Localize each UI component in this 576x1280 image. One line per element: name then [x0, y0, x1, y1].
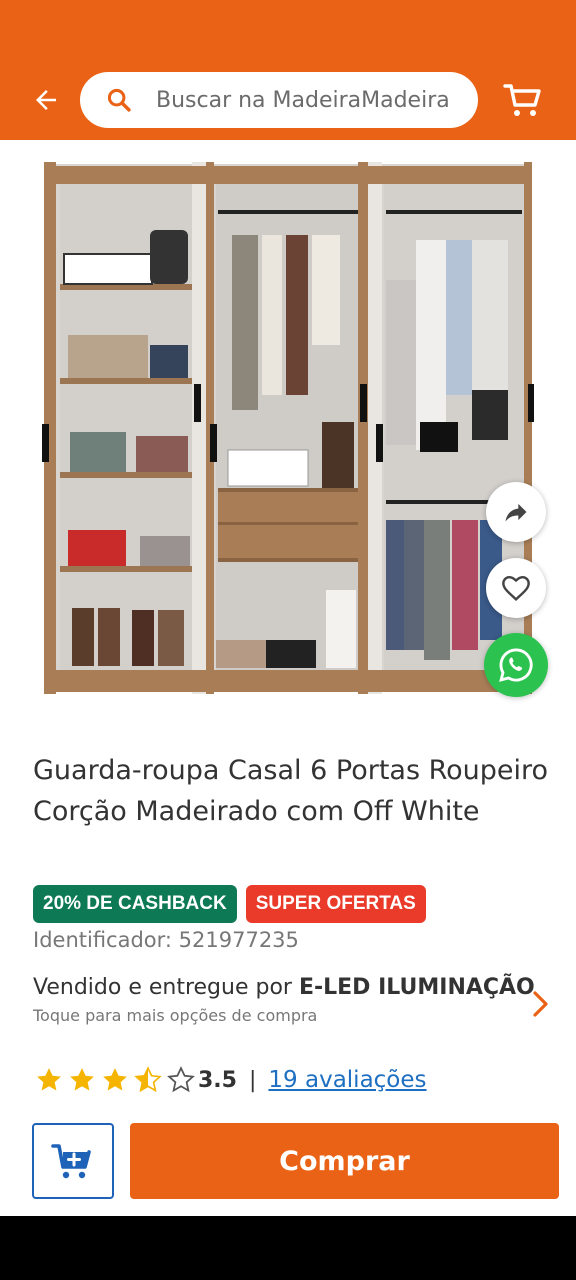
search-bar[interactable]	[80, 72, 478, 128]
star-empty-icon	[167, 1066, 195, 1093]
whatsapp-button[interactable]	[484, 633, 548, 697]
buy-button[interactable]: Comprar	[130, 1123, 559, 1199]
rating-row: 3.5 | 19 avaliações	[34, 1064, 427, 1096]
back-button[interactable]	[24, 78, 68, 122]
seller-name: E-LED ILUMINAÇÃO	[298, 975, 535, 1000]
search-input[interactable]	[156, 87, 456, 113]
cart-plus-icon	[51, 1144, 91, 1179]
rating-stars	[34, 1065, 196, 1095]
product-title: Guarda-roupa Casal 6 Portas Roupeiro Cor…	[33, 755, 549, 827]
share-icon	[505, 503, 527, 522]
reviews-link[interactable]: 19 avaliações	[268, 1067, 426, 1093]
star-full-icon	[103, 1068, 127, 1091]
chevron-right-icon	[529, 989, 553, 1019]
seller-line: Vendido e entregue por E-LED ILUMINAÇÃO	[33, 975, 573, 1000]
cart-button[interactable]	[500, 78, 546, 122]
add-to-cart-button[interactable]	[32, 1123, 114, 1199]
product-image[interactable]	[0, 140, 576, 720]
star-full-icon	[70, 1068, 94, 1091]
seller-info[interactable]: Vendido e entregue por E-LED ILUMINAÇÃO …	[33, 975, 573, 1035]
heart-icon	[502, 575, 530, 601]
favorite-button[interactable]	[486, 558, 546, 618]
top-app-bar	[0, 0, 576, 140]
wardrobe-illustration	[42, 162, 534, 694]
rating-value: 3.5	[198, 1067, 237, 1093]
seller-subtitle: Toque para mais opções de compra	[33, 1006, 318, 1025]
share-button[interactable]	[486, 482, 546, 542]
search-icon	[102, 83, 136, 117]
whatsapp-icon	[499, 648, 533, 682]
product-page: Guarda-roupa Casal 6 Portas Roupeiro Cor…	[0, 0, 576, 1216]
seller-prefix: Vendido e entregue por	[33, 975, 299, 1000]
badges-row: 20% DE CASHBACK SUPER OFERTAS	[33, 885, 426, 923]
product-identifier: Identificador: 521977235	[33, 928, 299, 952]
super-offers-badge: SUPER OFERTAS	[245, 885, 426, 923]
arrow-left-icon	[36, 90, 56, 110]
cashback-badge: 20% DE CASHBACK	[33, 885, 237, 923]
rating-separator: |	[248, 1067, 257, 1093]
star-half-icon	[134, 1066, 162, 1093]
cart-icon	[503, 84, 541, 116]
star-full-icon	[37, 1068, 61, 1091]
